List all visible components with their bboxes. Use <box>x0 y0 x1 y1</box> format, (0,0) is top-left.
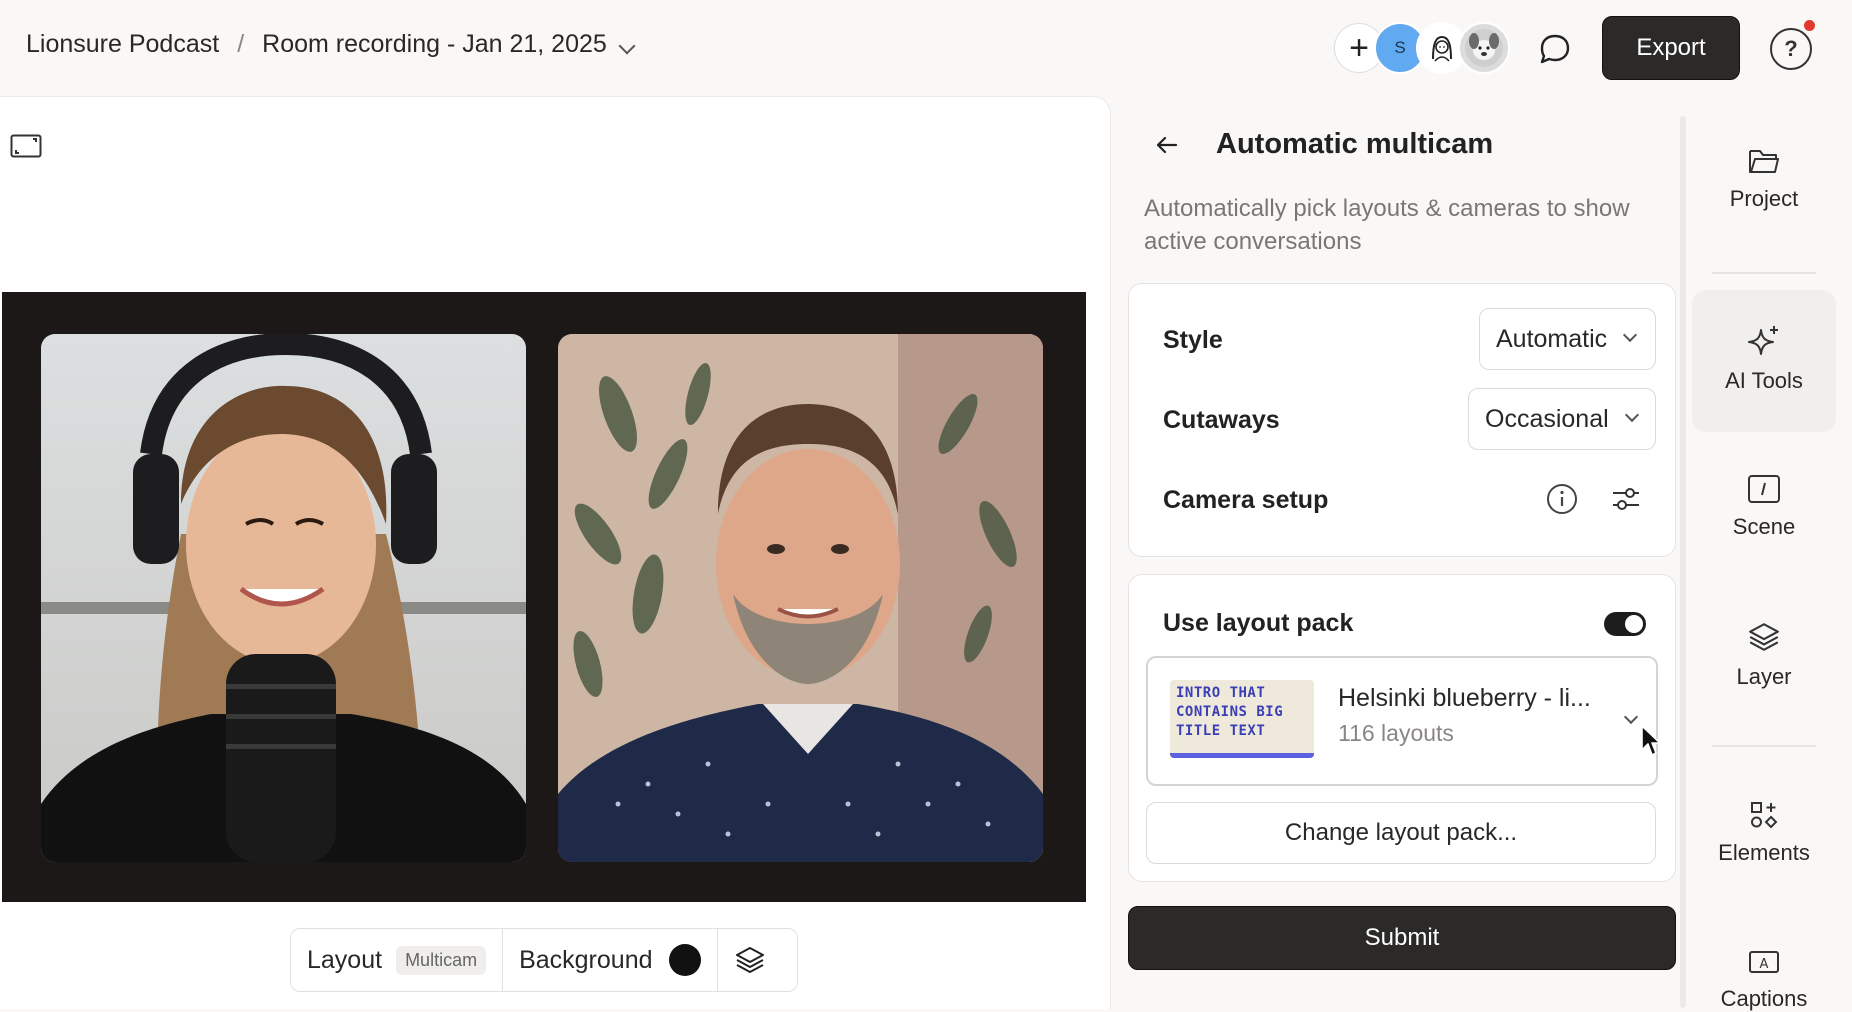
layers-button[interactable] <box>718 929 782 991</box>
camera-setup-label: Camera setup <box>1163 486 1329 514</box>
export-button[interactable]: Export <box>1602 16 1740 80</box>
rail-label: Captions <box>1720 986 1808 1011</box>
rail-item-elements[interactable]: Elements <box>1692 800 1836 866</box>
panel-title: Automatic multicam <box>1216 128 1494 160</box>
rail-item-layer[interactable]: Layer <box>1692 620 1836 690</box>
breadcrumb-recording[interactable]: Room recording - Jan 21, 2025 <box>262 30 636 59</box>
recording-title[interactable]: Room recording - Jan 21, 2025 <box>262 30 607 58</box>
arrow-left-icon <box>1156 136 1178 154</box>
mouse-cursor-icon <box>1641 725 1661 756</box>
submit-button[interactable]: Submit <box>1128 906 1676 970</box>
collaborators: + S <box>1334 22 1510 74</box>
rail-item-project[interactable]: Project <box>1692 146 1836 212</box>
panel-description: Automatically pick layouts & cameras to … <box>1144 195 1630 255</box>
layers-icon <box>735 947 764 973</box>
fullscreen-icon[interactable] <box>10 134 42 158</box>
cutaways-select[interactable]: Occasional <box>1468 388 1656 450</box>
rail-label: Project <box>1729 186 1799 211</box>
camera-tile-host[interactable] <box>41 334 526 862</box>
info-icon <box>1547 484 1577 514</box>
background-label: Background <box>519 945 653 974</box>
camera-tile-guest[interactable] <box>558 334 1043 862</box>
layout-pack-select[interactable]: INTRO THAT CONTAINS BIG TITLE TEXT Helsi… <box>1146 656 1661 786</box>
layout-pack-name: Helsinki blueberry - li... <box>1338 684 1591 712</box>
rail-label: AI Tools <box>1725 368 1803 393</box>
chevron-down-icon <box>1623 709 1639 725</box>
style-select[interactable]: Automatic <box>1479 308 1656 370</box>
settings-card: Style Automatic Cutaways Occasional Came… <box>1128 283 1676 557</box>
layout-pack-label: Use layout pack <box>1163 609 1354 637</box>
panel-scrollbar[interactable] <box>1680 116 1686 1008</box>
layout-pack-thumbnail: INTRO THAT CONTAINS BIG TITLE TEXT <box>1170 680 1314 758</box>
help-button[interactable]: ? <box>1770 28 1812 70</box>
canvas-toolbar: Layout Multicam Background <box>290 928 798 992</box>
comments-button[interactable] <box>1532 26 1578 72</box>
avatar-dog-icon[interactable] <box>1458 22 1510 74</box>
video-preview[interactable] <box>2 292 1086 902</box>
layout-label: Layout <box>307 945 383 974</box>
pack-thumb-text: INTRO THAT CONTAINS BIG TITLE TEXT <box>1176 685 1284 739</box>
notification-dot <box>1804 20 1815 31</box>
rail-label: Scene <box>1732 514 1796 539</box>
back-button[interactable] <box>1152 130 1182 160</box>
style-value: Automatic <box>1496 324 1608 353</box>
folder-icon <box>1749 150 1779 173</box>
sliders-icon <box>1613 488 1639 510</box>
chevron-down-icon[interactable] <box>618 37 636 55</box>
rail-label: Elements <box>1718 840 1810 865</box>
info-button[interactable] <box>1545 482 1579 521</box>
chevron-down-icon <box>1624 407 1639 423</box>
elements-icon <box>1751 802 1778 829</box>
layers-icon <box>1749 623 1779 651</box>
chat-bubble-icon <box>1540 34 1570 64</box>
chevron-down-icon <box>1623 327 1638 343</box>
divider <box>1712 745 1816 747</box>
layout-pack-toggle[interactable] <box>1604 612 1646 636</box>
rail-label: Layer <box>1736 664 1792 689</box>
captions-icon: A <box>1749 951 1779 973</box>
cutaways-label: Cutaways <box>1163 406 1280 434</box>
layout-pack-count: 116 layouts <box>1338 720 1454 746</box>
divider <box>1712 272 1816 274</box>
camera-settings-button[interactable] <box>1609 482 1643 521</box>
background-control[interactable]: Background <box>503 929 718 991</box>
svg-text:A: A <box>1760 957 1769 972</box>
sparkle-icon <box>1748 326 1778 355</box>
scene-icon <box>1748 475 1780 503</box>
change-layout-pack-button[interactable]: Change layout pack... <box>1146 802 1656 864</box>
breadcrumb-project[interactable]: Lionsure Podcast <box>26 30 219 59</box>
rail-item-ai-tools[interactable]: AI Tools <box>1692 324 1836 394</box>
breadcrumb-separator: / <box>237 30 245 58</box>
breadcrumb: Lionsure Podcast / Room recording - Jan … <box>26 30 636 59</box>
rail-item-scene[interactable]: Scene <box>1692 474 1836 540</box>
cutaways-value: Occasional <box>1485 404 1609 433</box>
layout-badge: Multicam <box>396 945 487 975</box>
background-color-swatch[interactable] <box>668 944 701 976</box>
layout-control[interactable]: Layout Multicam <box>291 929 504 991</box>
rail-item-captions[interactable]: A Captions <box>1692 948 1836 1012</box>
style-label: Style <box>1163 326 1223 354</box>
